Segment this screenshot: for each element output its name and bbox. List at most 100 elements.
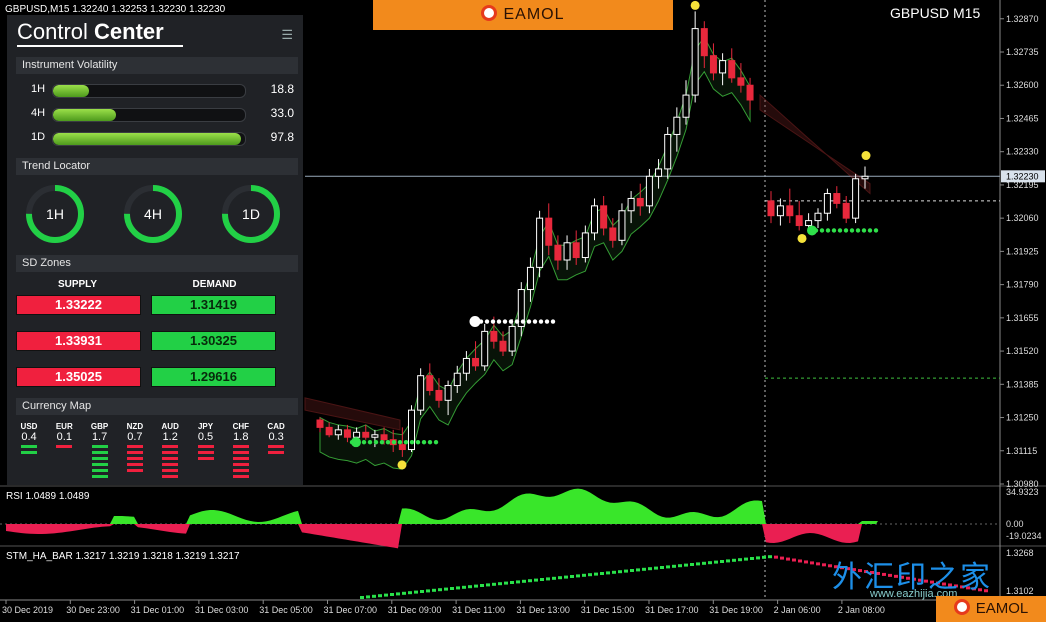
candle-body [776,205,784,217]
candle-body [609,227,617,241]
rsi-level-label: -19.0234 [1006,531,1042,541]
currency-strength: 0.5 [197,431,214,443]
candle-body [861,175,869,180]
support-dot [391,439,397,445]
candle [795,200,803,231]
currency-strength-bars [56,445,73,448]
candle [776,198,784,226]
volatility-bar [52,132,246,146]
candle [481,324,489,371]
stm-bar [468,585,472,589]
volatility-label: 1D [31,131,46,143]
strength-bar [232,457,249,460]
stm-bar [564,575,568,579]
price-tick-label: 1.31655 [1006,313,1039,323]
stm-bar [756,556,760,560]
candle-body [325,426,333,436]
candle [786,188,794,224]
currency-name: EUR [55,422,73,431]
currency-map-heading: Currency Map [16,398,298,415]
strength-bar [162,469,179,472]
stm-bar [426,589,430,593]
candle-body [426,375,434,391]
stm-bar [558,576,562,580]
volatility-label: 4H [31,107,46,119]
demand-zone-value: 1.30325 [151,331,276,351]
candle-body [645,175,653,207]
strength-bar [268,445,285,448]
support-dot [849,228,855,233]
title-underline [17,45,183,47]
currency-nzd: NZD 0.7 [122,422,148,475]
stm-bar [702,561,706,565]
candle [767,191,775,224]
strength-bar [232,445,249,448]
strength-bar [197,457,214,460]
stm-bar [768,555,772,559]
currency-strength: 1.2 [162,431,178,443]
stm-bar [690,563,694,566]
price-tick-label: 1.31115 [1006,446,1037,456]
candle-body [380,434,388,441]
volatility-label: 1H [31,83,46,95]
candle-body [472,357,480,367]
stm-bar [684,563,688,567]
pivot-dot [469,316,481,328]
candle-body [691,28,699,96]
pivot-dot [538,319,544,324]
symbol-header: GBPUSD,M15 1.32240 1.32253 1.32230 1.322… [5,4,226,15]
price-tick-label: 1.32330 [1006,147,1039,157]
candle [618,203,626,246]
strength-bar [197,451,214,454]
price-tick-label: 1.31925 [1006,246,1039,256]
stm-bar [396,592,400,596]
candle-body [852,178,860,219]
currency-name: JPY [197,422,214,431]
support-dot [373,439,379,445]
strength-bar [91,469,108,472]
rsi-level-label: 0.00 [1006,519,1024,529]
volatility-row-1h: 1H 18.8 [16,81,300,99]
volatility-heading: Instrument Volatility [16,57,298,74]
currency-name: CAD [267,422,285,431]
trend-ring-4h: 4H [122,183,184,245]
stm-bar [696,562,700,566]
support-dot [825,228,831,233]
stm-bar [648,567,652,571]
candle-body [591,205,598,234]
stm-bar [582,573,586,577]
support-dot [367,439,373,445]
demand-zone-value: 1.29616 [151,367,276,387]
stm-label: STM_HA_BAR 1.3217 1.3219 1.3218 1.3219 1… [6,551,240,562]
currency-strength-bars [21,445,37,454]
currency-strength: 0.7 [127,431,143,443]
stm-bar [630,569,634,572]
stm-bar [474,584,478,588]
currency-chf: CHF 1.8 [228,422,254,481]
support-dot [819,228,825,233]
support-dot [837,228,843,233]
candle [536,210,544,278]
strength-bar [21,451,37,454]
stm-bar [732,558,736,562]
brand-text: EAMOL [975,600,1029,617]
strength-bar [56,445,73,448]
candle-body [767,200,775,217]
stm-bar [498,582,502,586]
currency-strength: 1.8 [233,431,249,443]
hamburger-icon[interactable]: ☰ [281,27,293,43]
stm-bar [660,566,664,569]
supply-zone-value: 1.33222 [16,295,141,315]
currency-jpy: JPY 0.5 [193,422,219,463]
support-dot [843,228,849,233]
stm-bar [774,555,778,559]
supply-header: SUPPLY [57,279,98,290]
candle-body [462,357,470,374]
stm-bar [606,571,610,575]
currency-strength-bars [232,445,249,478]
brand-logo-icon [481,5,498,21]
stm-bar [504,581,508,585]
trend-ring-1d: 1D [220,183,282,245]
pivot-dot [502,319,508,324]
currency-strength-bars [268,445,285,454]
